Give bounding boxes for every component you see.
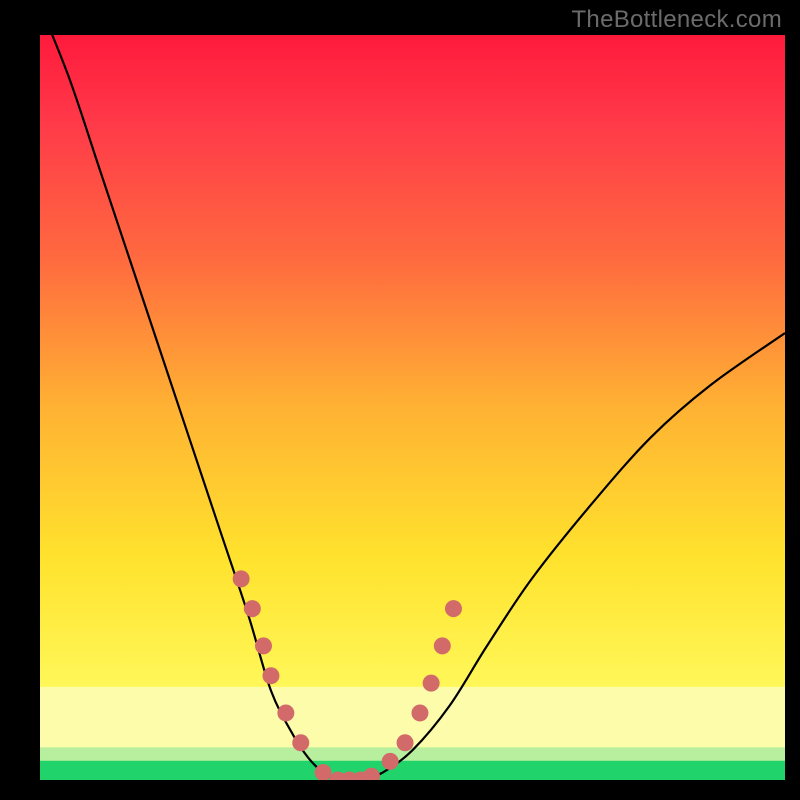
highlight-dot (233, 570, 250, 587)
chart-frame: TheBottleneck.com (0, 0, 800, 800)
background-gradient (40, 35, 785, 780)
highlight-dot (292, 734, 309, 751)
chart-svg (40, 35, 785, 780)
highlight-dot (423, 675, 440, 692)
highlight-dot (434, 637, 451, 654)
plot-area (40, 35, 785, 780)
highlight-dot (382, 753, 399, 770)
highlight-dot (262, 667, 279, 684)
highlight-dot (397, 734, 414, 751)
highlight-dot (411, 704, 428, 721)
highlight-dot (255, 637, 272, 654)
highlight-dot (244, 600, 261, 617)
value-bands (40, 687, 785, 780)
highlight-dot (277, 704, 294, 721)
green-band (40, 761, 785, 780)
watermark-text: TheBottleneck.com (571, 6, 782, 34)
highlight-dot (445, 600, 462, 617)
pale-yellow-band (40, 687, 785, 747)
